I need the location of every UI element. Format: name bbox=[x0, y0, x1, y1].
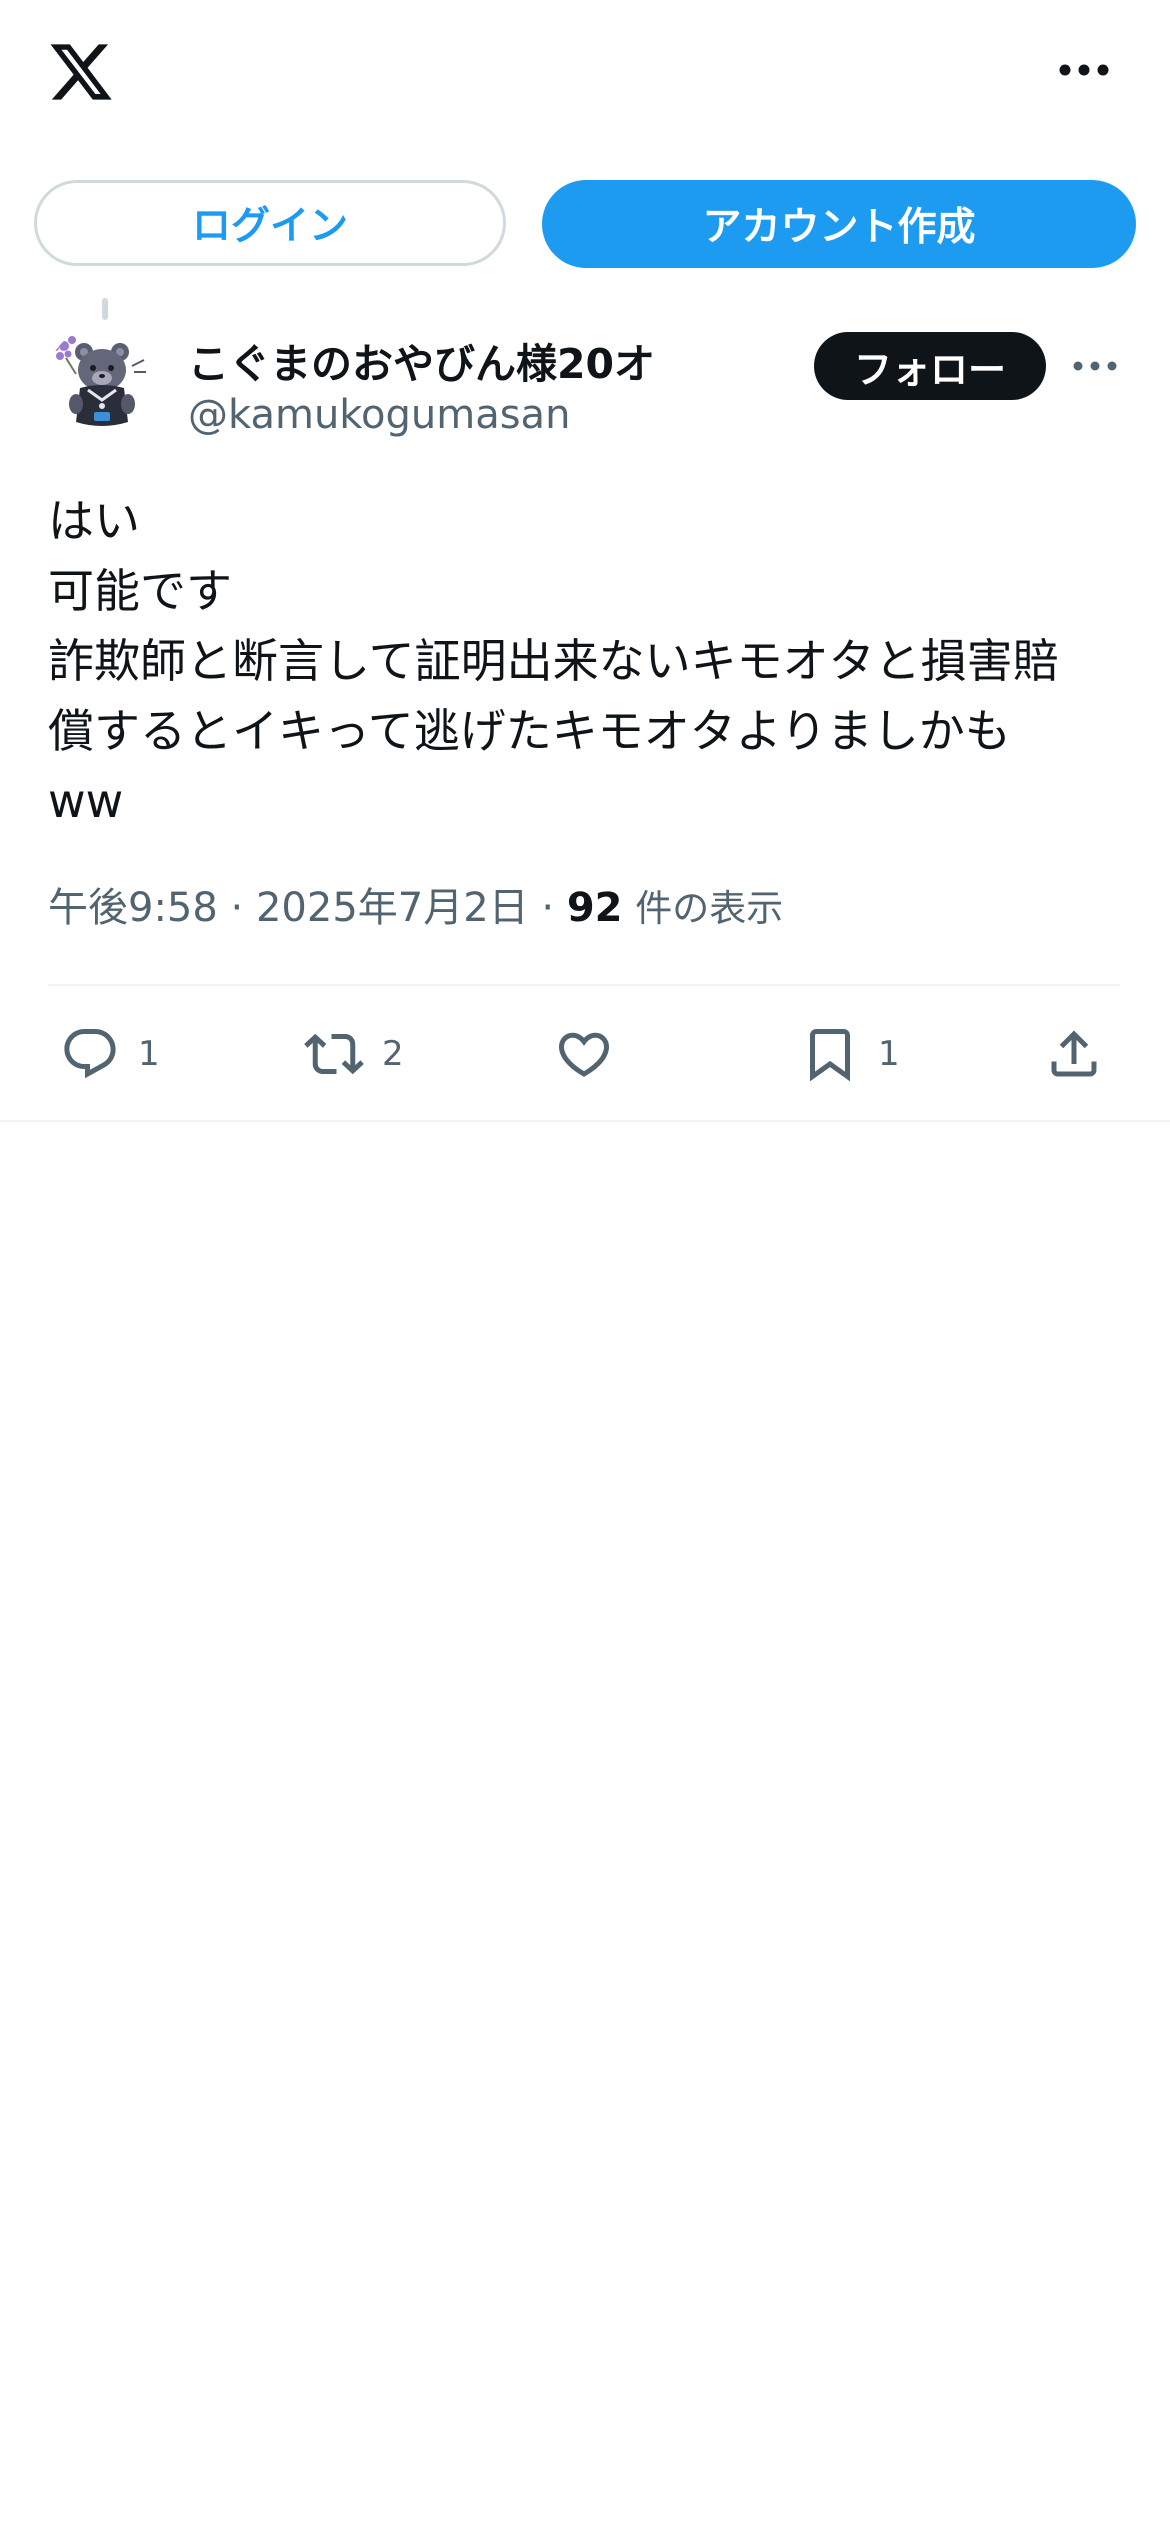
share-icon bbox=[1051, 1030, 1097, 1077]
reply-count: 1 bbox=[138, 1034, 160, 1074]
author-handle[interactable]: @kamukogumasan bbox=[188, 392, 570, 438]
post-text-line: 可能です bbox=[48, 564, 232, 618]
reply-icon bbox=[64, 1029, 116, 1079]
meta-separator: · bbox=[230, 885, 244, 931]
share-button[interactable] bbox=[1044, 1022, 1104, 1086]
divider bbox=[0, 1120, 1170, 1122]
bookmark-count: 1 bbox=[878, 1034, 900, 1074]
reply-button[interactable]: 1 bbox=[60, 1022, 160, 1086]
views-count: 92 bbox=[566, 885, 623, 931]
post-text: はい 可能です 詐欺師と断言して証明出来ないキモオタと損害賠 償するとイキって逃… bbox=[48, 486, 1128, 836]
create-account-button[interactable]: アカウント作成 bbox=[542, 180, 1136, 268]
bookmark-icon bbox=[810, 1029, 850, 1082]
repost-icon bbox=[304, 1033, 364, 1075]
post-text-line: ww bbox=[48, 774, 124, 828]
bear-avatar-image bbox=[46, 326, 158, 438]
post-text-line: 詐欺師と断言して証明出来ないキモオタと損害賠 bbox=[48, 634, 1059, 688]
post-date[interactable]: 2025年7月2日 bbox=[256, 885, 529, 931]
heart-icon bbox=[558, 1032, 610, 1077]
login-button[interactable]: ログイン bbox=[34, 180, 506, 266]
follow-button[interactable]: フォロー bbox=[814, 332, 1046, 400]
author-display-name[interactable]: こぐまのおやびん様20オ bbox=[188, 330, 655, 390]
more-horizontal-icon[interactable] bbox=[1058, 62, 1110, 78]
bookmark-button[interactable]: 1 bbox=[800, 1022, 900, 1086]
divider bbox=[48, 984, 1120, 986]
repost-count: 2 bbox=[382, 1034, 404, 1074]
like-button[interactable] bbox=[554, 1022, 632, 1086]
post-more-icon[interactable] bbox=[1072, 359, 1118, 373]
views-label: 件の表示 bbox=[635, 887, 784, 930]
post-text-line: はい bbox=[48, 494, 140, 548]
thread-connector-line bbox=[102, 298, 108, 320]
post-text-line: 償するとイキって逃げたキモオタよりましかも bbox=[48, 704, 1011, 758]
avatar[interactable] bbox=[46, 326, 158, 438]
post-time[interactable]: 午後9:58 bbox=[48, 885, 218, 931]
repost-button[interactable]: 2 bbox=[304, 1022, 404, 1086]
post-meta: 午後9:58 · 2025年7月2日 · 92 件の表示 bbox=[48, 875, 783, 933]
x-logo-icon[interactable] bbox=[46, 38, 116, 106]
top-bar bbox=[0, 0, 1170, 150]
meta-separator: · bbox=[541, 885, 555, 931]
